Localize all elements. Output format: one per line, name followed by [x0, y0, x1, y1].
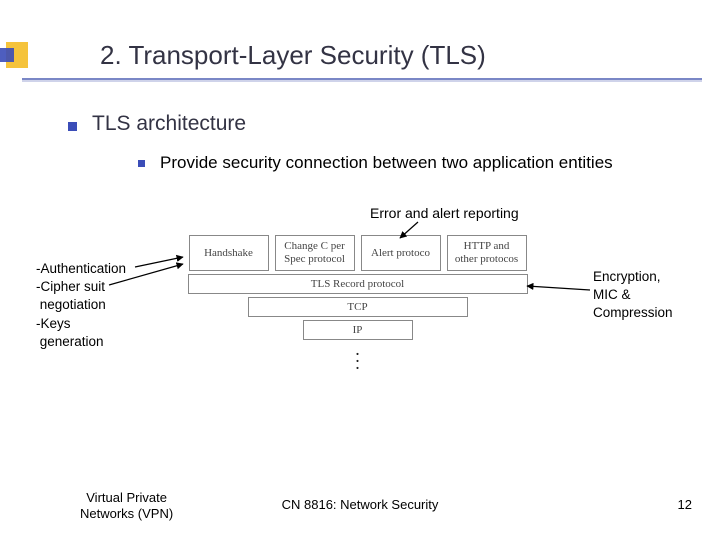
box-http: HTTP and other protocos: [447, 235, 527, 271]
annotation-left: -Authentication -Cipher suit negotiation…: [36, 260, 126, 351]
annotation-line: negotiation: [36, 296, 126, 314]
annotation-line: Encryption,: [593, 268, 673, 286]
annotation-line: Compression: [593, 304, 673, 322]
tls-diagram: Handshake Change C per Spec protocol Ale…: [180, 235, 535, 368]
box-tcp: TCP: [248, 297, 468, 317]
title-underline: [22, 78, 702, 80]
bullet-level2: Provide security connection between two …: [160, 152, 680, 173]
box-handshake: Handshake: [189, 235, 269, 271]
bullet-icon: [68, 122, 77, 131]
bullet-icon: [138, 160, 145, 167]
slide-title: 2. Transport-Layer Security (TLS): [100, 40, 486, 71]
footer-center: CN 8816: Network Security: [0, 497, 720, 512]
annotation-top: Error and alert reporting: [370, 205, 519, 221]
annotation-line: -Cipher suit: [36, 278, 126, 296]
bullet-level1: TLS architecture: [92, 112, 246, 136]
slide-accent: [0, 42, 28, 68]
box-alert: Alert protoco: [361, 235, 441, 271]
annotation-line: -Authentication: [36, 260, 126, 278]
box-changecipher: Change C per Spec protocol: [275, 235, 355, 271]
box-record: TLS Record protocol: [188, 274, 528, 294]
annotation-line: generation: [36, 333, 126, 351]
annotation-line: MIC &: [593, 286, 673, 304]
page-number: 12: [678, 497, 692, 512]
stack-dots: ...: [188, 347, 528, 368]
box-ip: IP: [303, 320, 413, 340]
annotation-right: Encryption, MIC & Compression: [593, 268, 673, 323]
annotation-line: -Keys: [36, 315, 126, 333]
